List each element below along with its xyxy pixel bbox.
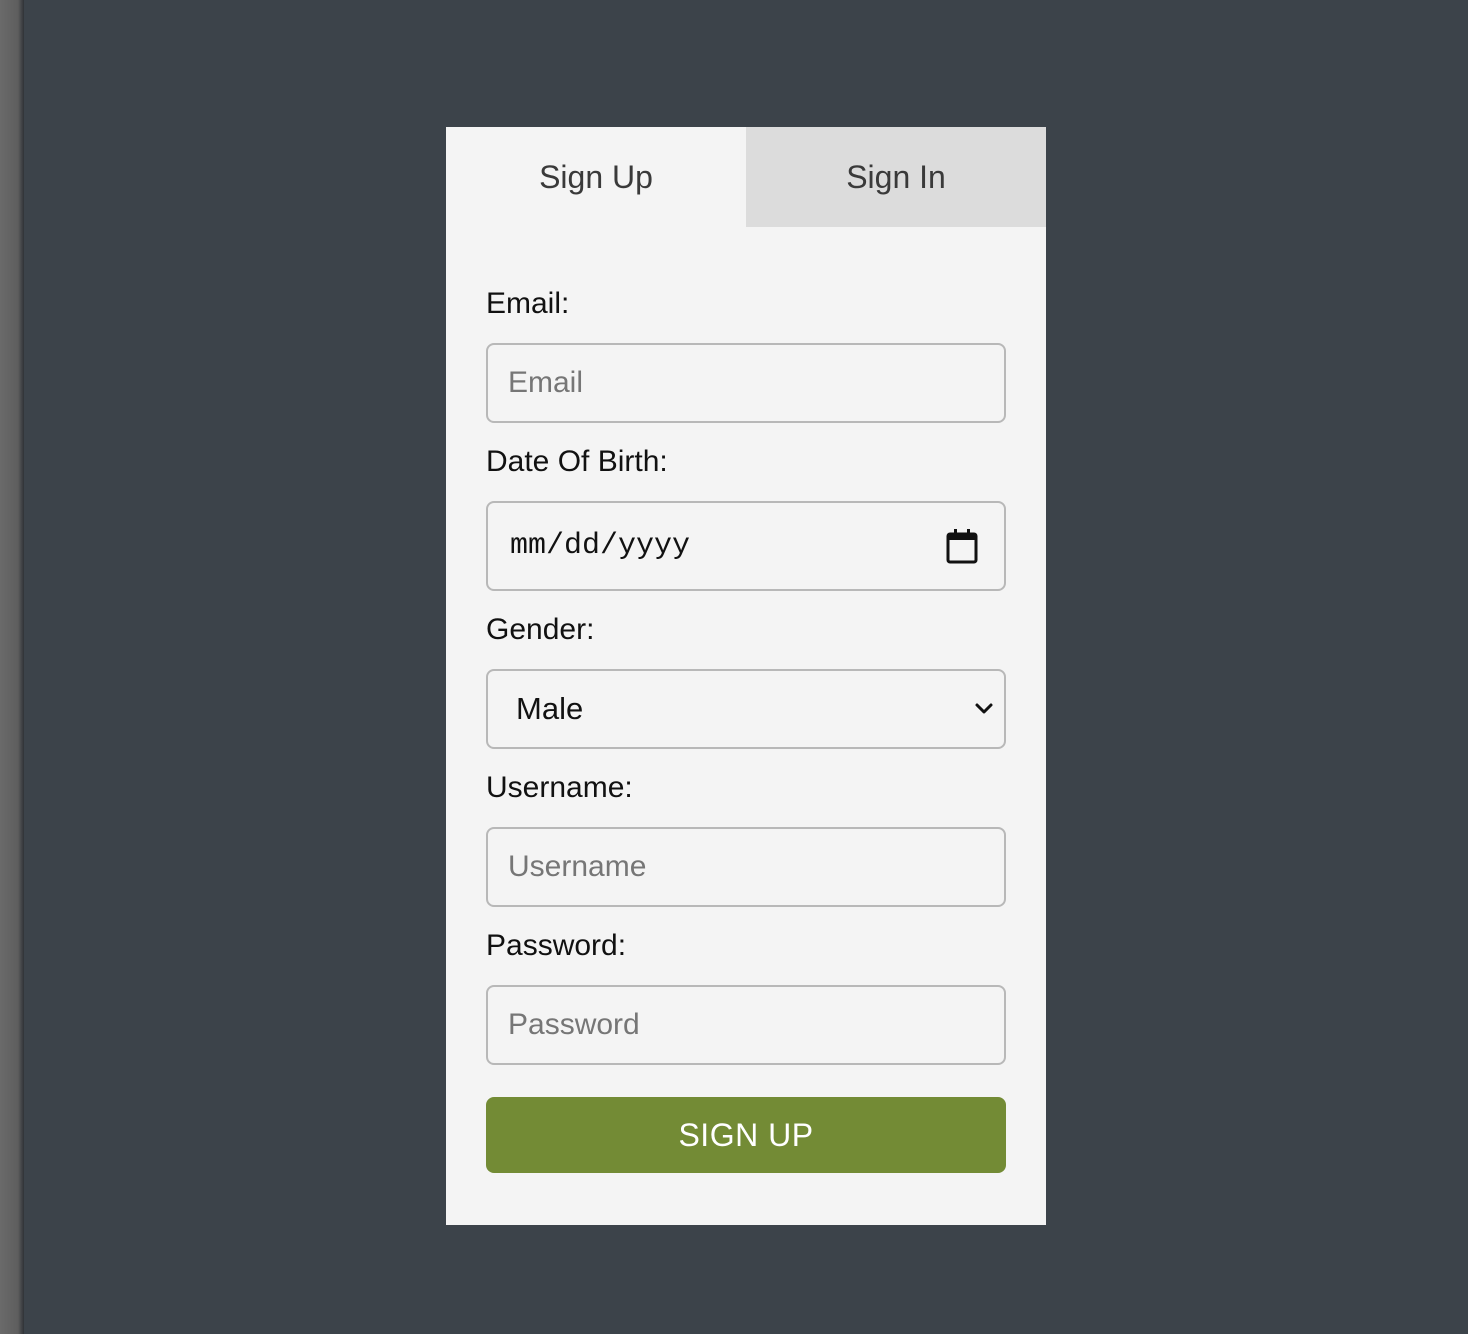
auth-tabs: Sign Up Sign In [446,127,1046,227]
dob-date-input[interactable]: mm/dd/yyyy [486,501,1006,591]
auth-card: Sign Up Sign In Email: Date Of Birth: mm… [446,127,1046,1225]
username-input[interactable] [486,827,1006,907]
gender-select[interactable]: Male [486,669,1006,749]
email-label: Email: [486,287,570,320]
window-left-edge [0,0,24,1334]
password-input[interactable] [486,985,1006,1065]
dob-placeholder: mm/dd/yyyy [510,529,691,563]
dob-label: Date Of Birth: [486,445,668,478]
calendar-icon[interactable] [946,528,978,564]
password-label: Password: [486,929,627,962]
chevron-down-icon [972,697,996,721]
gender-selected-value: Male [516,691,584,726]
email-input[interactable] [486,343,1006,423]
gender-label: Gender: [486,613,595,646]
tab-sign-in[interactable]: Sign In [746,127,1046,227]
sign-up-button[interactable]: SIGN UP [486,1097,1006,1173]
sign-up-form: Email: Date Of Birth: mm/dd/yyyy Gender:… [486,287,1006,1173]
username-label: Username: [486,771,633,804]
tab-sign-up[interactable]: Sign Up [446,127,746,227]
